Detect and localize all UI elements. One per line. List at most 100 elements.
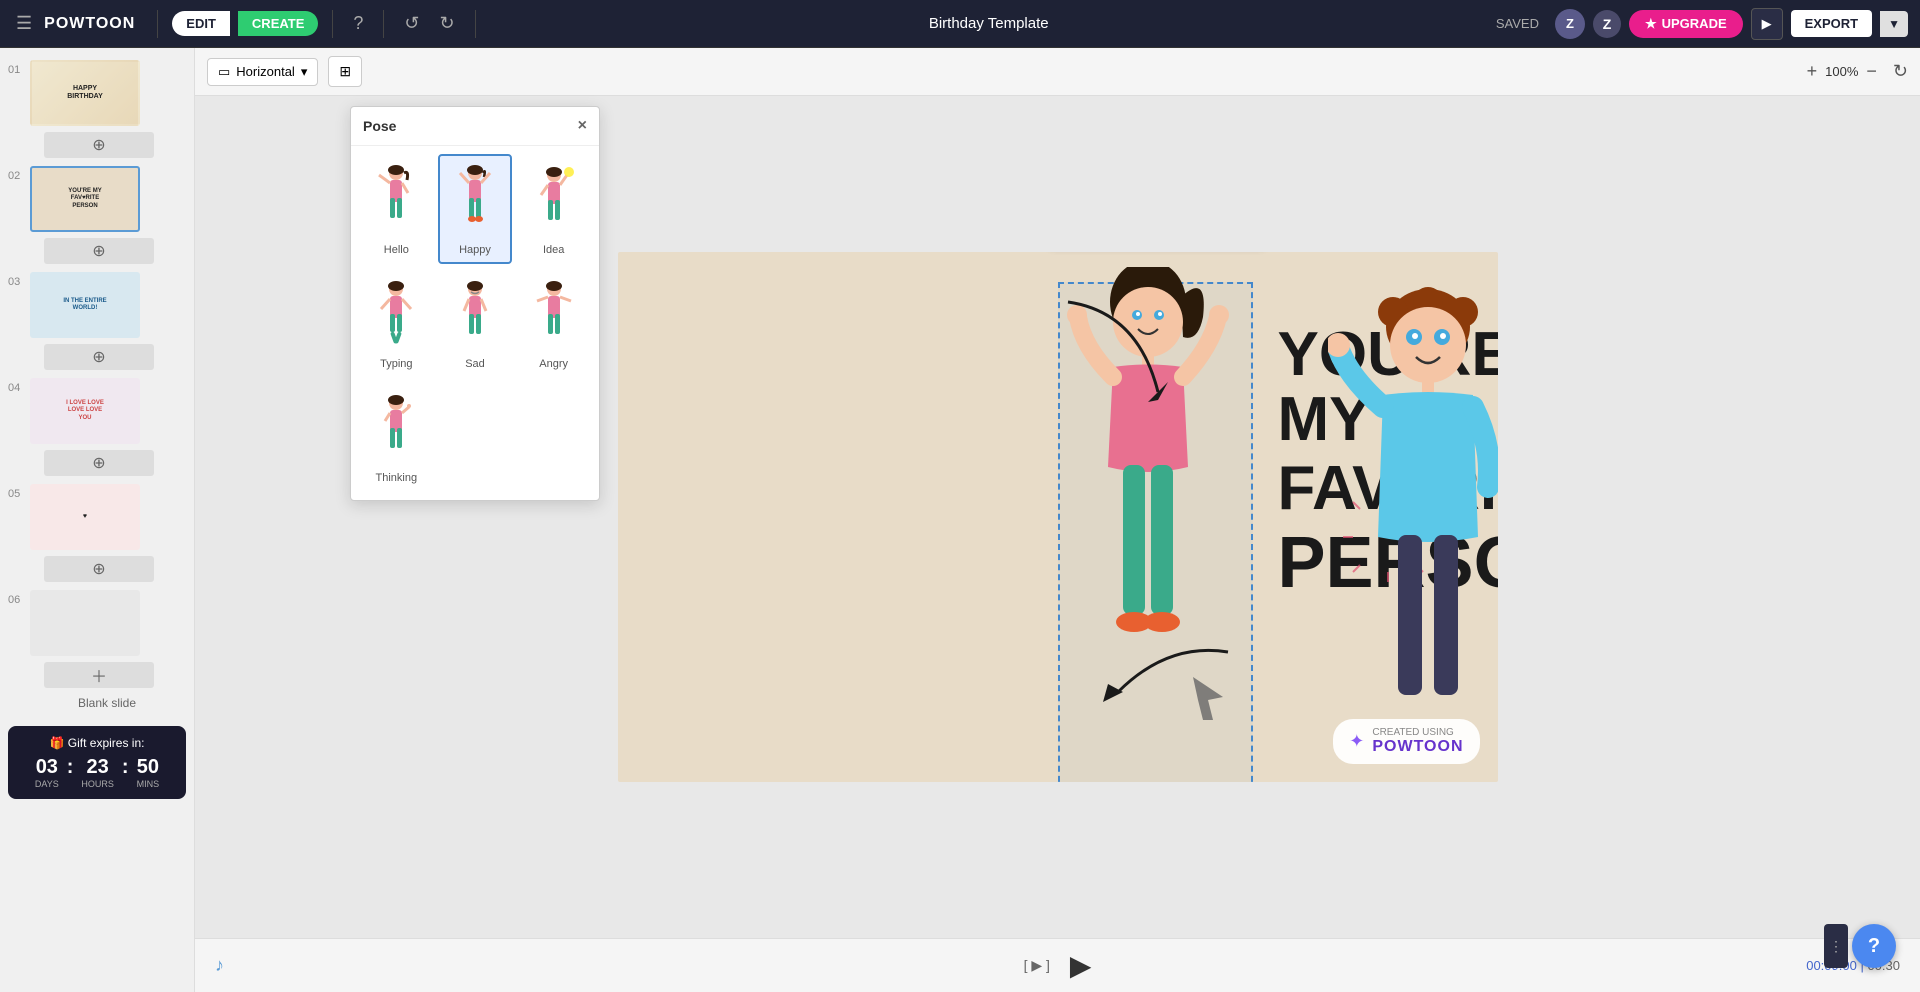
pose-label-sad: Sad: [465, 358, 485, 370]
orientation-chevron-icon: ▾: [301, 64, 308, 80]
slide-number: 06: [8, 590, 24, 606]
pose-item-happy[interactable]: Happy: [438, 154, 513, 264]
avatar[interactable]: Z: [1555, 9, 1585, 39]
slide-thumbnail[interactable]: ♥: [30, 484, 140, 550]
slide-add-row: ⊕: [22, 130, 194, 158]
redo-icon[interactable]: ↻: [434, 9, 461, 38]
male-character[interactable]: [1328, 277, 1498, 782]
slide-item-2[interactable]: 02 YOU'RE MYFAV♥RITEPERSON: [0, 162, 194, 236]
pose-figure-hello: [366, 162, 426, 242]
add-slide-button-blank[interactable]: ＋: [44, 662, 154, 688]
user-badge: Z: [1593, 10, 1621, 38]
play-button[interactable]: ▶: [1070, 949, 1092, 982]
gift-title: 🎁 Gift expires in:: [20, 736, 174, 750]
pose-label-typing: Typing: [380, 358, 412, 370]
slides-panel: 01 HAPPYBIRTHDAY ⊕ 02 YOU'RE MYFAV♥RITEP…: [0, 48, 195, 992]
orientation-label: Horizontal: [236, 64, 295, 79]
main-area: 01 HAPPYBIRTHDAY ⊕ 02 YOU'RE MYFAV♥RITEP…: [0, 48, 1920, 992]
days-label: DAYS: [35, 779, 59, 789]
add-slide-button[interactable]: ⊕: [44, 450, 154, 476]
pose-item-thinking[interactable]: Thinking: [359, 382, 434, 492]
zoom-level: 100%: [1825, 64, 1858, 79]
slide-item-3[interactable]: 03 IN THE ENTIREWORLD!: [0, 268, 194, 342]
slide-item-4[interactable]: 04 I LOVE LOVELOVE LOVEYOU: [0, 374, 194, 448]
top-navigation: ☰ POWTOON EDIT CREATE ? ↺ ↻ Birthday Tem…: [0, 0, 1920, 48]
slide-thumbnail[interactable]: IN THE ENTIREWORLD!: [30, 272, 140, 338]
export-dropdown-arrow[interactable]: ▼: [1880, 11, 1908, 37]
pose-panel-close-button[interactable]: ×: [578, 117, 587, 135]
pose-figure-typing: [366, 276, 426, 356]
mins-unit: 50 MINS: [137, 756, 160, 789]
hours-label: HOURS: [81, 779, 114, 789]
add-slide-button[interactable]: ⊕: [44, 556, 154, 582]
divider: [383, 10, 384, 38]
music-icon[interactable]: ♪: [215, 955, 224, 976]
canvas-curve-arrow: [1058, 292, 1178, 422]
slide-thumbnail[interactable]: [30, 590, 140, 656]
more-icon: ⋮: [1829, 938, 1843, 955]
add-slide-button[interactable]: ⊕: [44, 238, 154, 264]
slide-item-6[interactable]: 06: [0, 586, 194, 660]
bracket-button[interactable]: [ ▶ ]: [1024, 957, 1050, 974]
hamburger-menu-icon[interactable]: ☰: [12, 9, 36, 38]
hours-unit: 23 HOURS: [81, 756, 114, 789]
mins-number: 50: [137, 756, 160, 779]
grid-button[interactable]: ⊞: [328, 56, 362, 87]
divider: [157, 10, 158, 38]
canvas-toolbar: ▭ Horizontal ▾ ⊞ + 100% − ↻: [195, 48, 1920, 96]
add-slide-button[interactable]: ⊕: [44, 344, 154, 370]
slide-thumbnail[interactable]: I LOVE LOVELOVE LOVEYOU: [30, 378, 140, 444]
pose-item-hello[interactable]: Hello: [359, 154, 434, 264]
undo-icon[interactable]: ↺: [398, 9, 425, 38]
pose-label-thinking: Thinking: [376, 472, 418, 484]
pose-item-sad[interactable]: Sad: [438, 268, 513, 378]
slide-number: 02: [8, 166, 24, 182]
slide-item-5[interactable]: 05 ♥: [0, 480, 194, 554]
zoom-out-button[interactable]: −: [1866, 61, 1877, 82]
help-button[interactable]: ?: [1852, 924, 1896, 968]
add-slide-button[interactable]: ⊕: [44, 132, 154, 158]
days-unit: 03 DAYS: [35, 756, 59, 789]
slide-number: 05: [8, 484, 24, 500]
pose-item-typing[interactable]: Typing: [359, 268, 434, 378]
watermark-prefix: CREATED USING: [1372, 727, 1463, 738]
preview-button[interactable]: ▶: [1751, 8, 1783, 40]
hours-number: 23: [81, 756, 114, 779]
orientation-icon: ▭: [218, 64, 230, 80]
pose-label-angry: Angry: [539, 358, 568, 370]
playback-bar: ♪ [ ▶ ] ▶ 00:09:00 | 00:30: [195, 938, 1920, 992]
orientation-select[interactable]: ▭ Horizontal ▾: [207, 58, 318, 86]
help-icon[interactable]: ?: [347, 9, 369, 38]
divider: [332, 10, 333, 38]
export-button[interactable]: EXPORT: [1791, 10, 1872, 37]
powtoon-logo: POWTOON: [44, 15, 135, 33]
slide-thumbnail[interactable]: YOU'RE MYFAV♥RITEPERSON: [30, 166, 140, 232]
pose-figure-happy: [445, 162, 505, 242]
pose-figure-thinking: [366, 390, 426, 470]
pose-item-idea[interactable]: Idea: [516, 154, 591, 264]
pose-panel: Pose ×: [350, 106, 600, 501]
canvas[interactable]: ⇄ SWAP 🏃 ⚔ ⚙ ⚙: [618, 252, 1498, 782]
watermark-logo: ✦: [1349, 731, 1364, 752]
zoom-controls: + 100% − ↻: [1807, 61, 1908, 82]
pose-label-happy: Happy: [459, 244, 491, 256]
pose-figure-idea: [524, 162, 584, 242]
zoom-in-button[interactable]: +: [1807, 61, 1818, 82]
logo-text: POWTOON: [44, 15, 135, 33]
more-options-button[interactable]: ⋮: [1824, 924, 1848, 968]
watermark: ✦ CREATED USING POWTOON: [1333, 719, 1479, 764]
upgrade-button[interactable]: ★ UPGRADE: [1629, 10, 1743, 38]
create-button[interactable]: CREATE: [238, 11, 318, 36]
pose-grid: Hello: [351, 146, 599, 500]
slide-thumbnail[interactable]: HAPPYBIRTHDAY: [30, 60, 140, 126]
mins-label: MINS: [137, 779, 160, 789]
slide-number: 01: [8, 60, 24, 76]
edit-button[interactable]: EDIT: [172, 11, 230, 36]
pose-figure-angry: [524, 276, 584, 356]
pose-label-idea: Idea: [543, 244, 564, 256]
rotate-button[interactable]: ↻: [1893, 61, 1908, 82]
document-title: Birthday Template: [490, 15, 1488, 32]
slide-item-1[interactable]: 01 HAPPYBIRTHDAY: [0, 56, 194, 130]
help-icon: ?: [1868, 935, 1880, 958]
pose-item-angry[interactable]: Angry: [516, 268, 591, 378]
